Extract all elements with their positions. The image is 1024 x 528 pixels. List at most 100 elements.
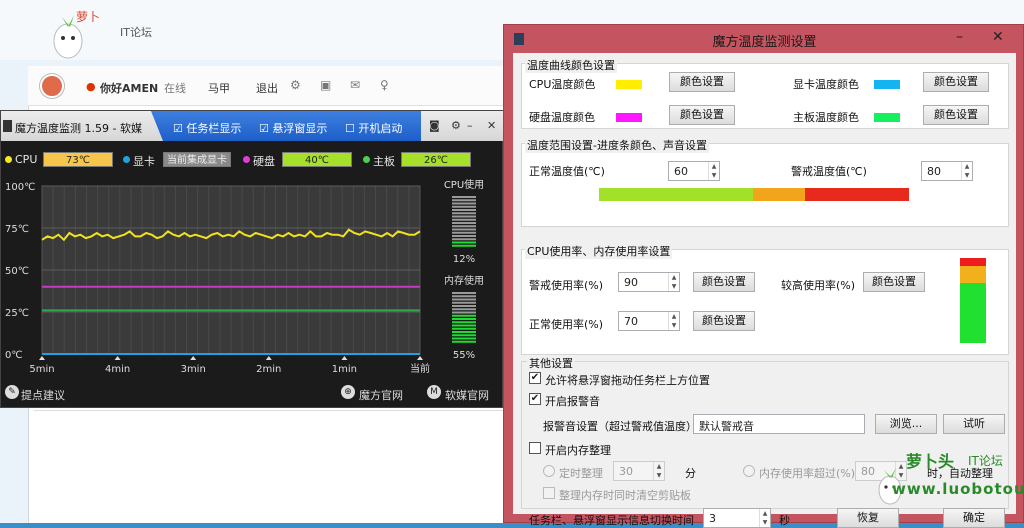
x-tick-mark [341,356,348,360]
board-dot-icon [363,156,370,163]
mem-usage-value: 55% [453,350,475,361]
minimize-icon[interactable]: – [467,119,473,132]
option-autostart[interactable]: ☐ 开机启动 [345,120,402,136]
stepper-arrows-icon[interactable]: ▲ ▼ [759,509,770,527]
x-tick-mark [190,356,197,360]
x-tick-label: 3min [181,364,206,375]
option-float[interactable]: ☑ 悬浮窗显示 [259,120,327,136]
mem-over-radio[interactable] [743,465,755,477]
switch-time-unit: 秒 [779,514,790,527]
normal-usage-color-button[interactable]: 颜色设置 [693,311,755,331]
enable-alarm-checkbox[interactable]: ✔ [529,393,541,405]
color-group-title: 温度曲线颜色设置 [525,57,617,73]
x-tick-mark [265,356,272,360]
disk-color-button[interactable]: 颜色设置 [669,105,735,125]
screenshot-icon[interactable]: ◙ [429,119,440,132]
warn-usage-color-button[interactable]: 颜色设置 [693,272,755,292]
mem-usage-bar-segment [452,301,476,304]
mem-usage-label: 内存使用 [444,274,484,287]
watermark-forum: IT论坛 [968,454,1003,468]
mem-usage-bar-segment [452,311,476,314]
alarm-sound-field[interactable]: 默认警戒音 [693,414,865,434]
clear-clipboard-label: 整理内存时同时清空剪贴板 [559,489,691,502]
normal-temp-label: 正常温度值(℃) [529,165,605,178]
usage-settings-group [521,249,1009,355]
monitor-titlebar[interactable]: 魔方温度监测 1.59 - 软媒 ☑ 任务栏显示 ☑ 悬浮窗显示 ☐ 开机启动 … [1,111,504,141]
cpu-color-button[interactable]: 颜色设置 [669,72,735,92]
cpu-usage-label: CPU使用 [444,178,484,191]
minimize-icon[interactable]: – [956,29,963,45]
board-color-button[interactable]: 颜色设置 [923,105,989,125]
image-icon[interactable]: ▣ [320,78,334,92]
normal-temp-stepper[interactable]: 60 ▲ ▼ [668,161,720,181]
browse-button[interactable]: 浏览... [875,414,937,434]
warn-usage-value: 90 [624,276,638,289]
normal-usage-stepper[interactable]: 70 ▲ ▼ [618,311,680,331]
mail-icon[interactable]: ✉ [350,78,364,92]
gpu-dot-icon [123,156,130,163]
cpu-usage-bar-segment [452,196,476,198]
close-icon[interactable]: ✕ [992,29,1004,45]
option-autostart-label: 开机启动 [358,122,403,135]
memory-clean-label: 开启内存整理 [545,444,611,457]
stepper-arrows-icon[interactable]: ▲ ▼ [668,273,679,291]
enable-alarm-label: 开启报警音 [545,395,600,408]
temperature-chart: 100℃ 75℃ 50℃ 25℃ 0℃ 5min 4min 3min 2min 1min 当前 CPU… [5,178,484,375]
cpu-temp-value: 73℃ [43,152,113,167]
mem-usage-bar-segment [452,318,476,320]
warn-range-bar [805,188,909,201]
cpu-usage-bar-segment [452,218,476,221]
mem-over-label: 内存使用率超过(%) [759,467,856,480]
logout-link[interactable]: 退出 [256,80,278,96]
gear-icon[interactable]: ⚙ [451,119,461,132]
timed-clean-stepper[interactable]: 30 ▲ ▼ [613,461,665,481]
warn-usage-label: 警戒使用率(%) [529,279,604,292]
gpu-color-button[interactable]: 颜色设置 [923,72,989,92]
user-greeting[interactable]: 你好AMEN [100,80,158,96]
timed-clean-radio[interactable] [543,465,555,477]
mem-usage-bar-segment [452,308,476,311]
high-usage-label: 较高使用率(%) [781,279,856,292]
dialog-titlebar[interactable]: 魔方温度监测设置 – ✕ [504,25,1024,53]
cpu-usage-bar-segment [452,222,476,224]
user-name[interactable]: 马甲 [208,80,230,96]
ruanmei-logo-icon: M [427,385,441,399]
indicator-red [960,258,986,266]
mem-usage-bar-segment [452,298,476,301]
x-tick-label: 4min [105,364,130,375]
warn-usage-stepper[interactable]: 90 ▲ ▼ [618,272,680,292]
clear-clipboard-checkbox[interactable] [543,487,555,499]
cpu-usage-bar-segment [452,215,476,218]
warn-temp-stepper[interactable]: 80 ▲ ▼ [921,161,973,181]
monitor-footer: ✎ 提点建议 ⊕ 魔方官网 M 软媒官网 [1,379,504,409]
suggest-link[interactable]: 提点建议 [21,387,65,403]
option-taskbar[interactable]: ☑ 任务栏显示 [173,120,241,136]
temperature-monitor-window: 魔方温度监测 1.59 - 软媒 ☑ 任务栏显示 ☑ 悬浮窗显示 ☐ 开机启动 … [0,110,504,409]
switch-time-stepper[interactable]: 3 ▲ ▼ [703,508,771,528]
range-settings-group [521,143,1009,227]
stepper-arrows-icon[interactable]: ▲ ▼ [653,462,664,480]
app-icon [3,120,12,132]
stepper-arrows-icon[interactable]: ▲ ▼ [708,162,719,180]
gear-icon[interactable]: ⚙ [290,78,304,92]
cpu-usage-bar-segment [452,205,476,208]
disk-dot-icon [243,156,250,163]
bulb-icon[interactable]: ♀ [380,78,394,92]
normal-temp-value: 60 [674,165,688,178]
stepper-arrows-icon[interactable]: ▲ ▼ [961,162,972,180]
high-usage-color-button[interactable]: 颜色设置 [863,272,925,292]
ruanmei-link[interactable]: 软媒官网 [445,387,489,403]
mofang-link[interactable]: 魔方官网 [359,387,403,403]
user-status: 在线 [164,82,186,95]
listen-button[interactable]: 试听 [943,414,1005,434]
range-group-title: 温度范围设置-进度条颜色、声音设置 [525,137,709,153]
cpu-usage-value: 12% [453,254,475,265]
avatar[interactable] [40,74,64,98]
stepper-arrows-icon[interactable]: ▲ ▼ [668,312,679,330]
close-icon[interactable]: ✕ [487,119,496,132]
allow-drag-checkbox[interactable]: ✔ [529,372,541,384]
cpu-usage-bar-segment [452,244,476,247]
memory-clean-checkbox[interactable] [529,442,541,454]
board-label: 主板 [373,155,395,168]
switch-time-value: 3 [709,512,716,525]
